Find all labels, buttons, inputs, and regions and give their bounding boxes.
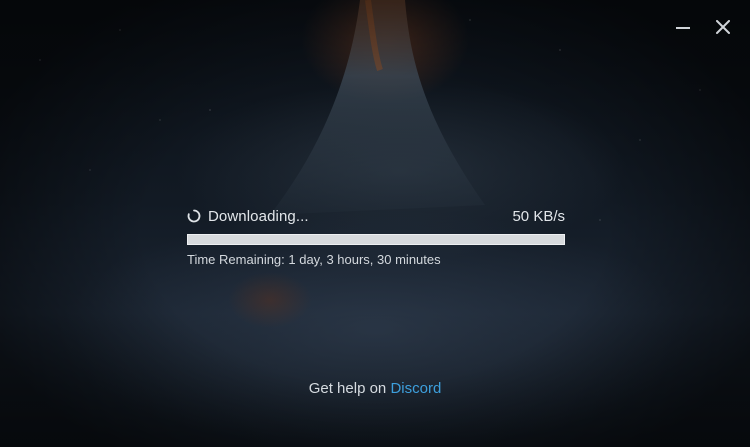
download-progress-bar bbox=[187, 234, 565, 245]
download-status-text: Downloading... bbox=[208, 207, 309, 225]
time-remaining-text: Time Remaining: 1 day, 3 hours, 30 minut… bbox=[187, 252, 441, 267]
minimize-icon bbox=[676, 27, 690, 29]
discord-link[interactable]: Discord bbox=[390, 380, 441, 397]
download-speed: 50 KB/s bbox=[512, 207, 565, 225]
loading-spinner-icon bbox=[187, 209, 201, 223]
help-line: Get help on Discord bbox=[0, 380, 750, 397]
background-halo-ring bbox=[270, 0, 485, 215]
download-status: Downloading... bbox=[187, 208, 309, 225]
close-icon bbox=[716, 20, 730, 34]
launcher-window: Downloading... 50 KB/s Time Remaining: 1… bbox=[0, 0, 750, 447]
minimize-button[interactable] bbox=[670, 14, 696, 40]
download-panel: Downloading... 50 KB/s Time Remaining: 1… bbox=[187, 205, 565, 267]
help-prefix-text: Get help on bbox=[308, 380, 391, 397]
download-status-row: Downloading... 50 KB/s bbox=[187, 205, 565, 227]
close-button[interactable] bbox=[710, 14, 736, 40]
